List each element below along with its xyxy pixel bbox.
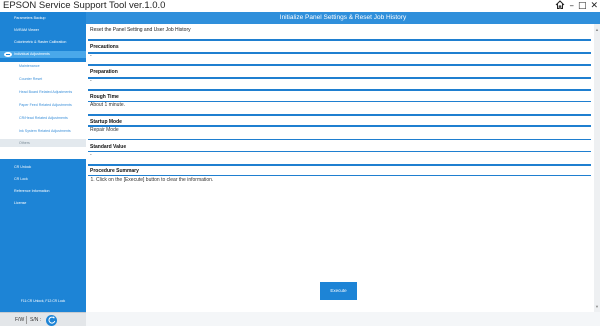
sidebar-subitem-cr-head-adjustments[interactable]: CR/Head Related Adjustments — [0, 116, 86, 121]
sidebar-subitem-paper-feed-adjustments[interactable]: Paper Feed Related Adjustments — [0, 103, 86, 108]
section-title-precautions: Precautions — [90, 44, 119, 50]
section-title-rough-time: Rough Time — [90, 94, 119, 100]
home-icon[interactable] — [555, 0, 565, 13]
section-divider — [88, 138, 591, 140]
section-divider — [88, 125, 591, 127]
scrollbar[interactable] — [594, 24, 600, 312]
content-panel: Reset the Panel Setting and User Job His… — [86, 24, 594, 312]
collapse-icon — [4, 51, 12, 57]
section-title-preparation: Preparation — [90, 69, 118, 75]
window-controls: – □ ✕ — [555, 0, 598, 12]
sidebar-subitem-others[interactable]: Others — [0, 139, 86, 147]
sidebar-item-nvram-viewer[interactable]: NVRAM Viewer — [0, 28, 86, 33]
shortcut-hint: F11:CR Unlock, F12:CR Lock — [20, 299, 66, 303]
maximize-icon[interactable]: □ — [578, 0, 587, 12]
sidebar-item-colorimetric-raster-calibration[interactable]: Colorimetric & Raster Calibration — [0, 40, 86, 45]
section-divider — [88, 114, 591, 116]
serial-number-label: S/N : — [30, 317, 42, 323]
section-divider — [88, 150, 591, 152]
page-description: Reset the Panel Setting and User Job His… — [90, 27, 191, 33]
status-bar: F/W : S/N : — [0, 312, 86, 326]
section-divider — [88, 52, 591, 54]
sidebar-item-adjustment-sequential[interactable]: Adjustment Sequential — [0, 153, 86, 158]
page-header: Initialize Panel Settings & Reset Job Hi… — [86, 12, 600, 24]
section-divider — [88, 77, 591, 79]
section-divider — [88, 39, 591, 41]
section-title-standard-value: Standard Value — [90, 143, 127, 150]
execute-button[interactable]: Execute — [320, 282, 357, 300]
sidebar: Parameters Backup NVRAM Viewer Colorimet… — [0, 12, 86, 312]
section-divider — [88, 89, 591, 91]
scroll-up-icon[interactable]: ▲ — [595, 27, 599, 32]
refresh-button[interactable] — [46, 314, 57, 326]
app-title: EPSON Service Support Tool ver.1.0.0 — [3, 0, 166, 11]
sidebar-subitem-maintenance[interactable]: Maintenance — [0, 64, 86, 69]
section-value-procedure-summary: 1. Click on the [Execute] button to clea… — [90, 176, 214, 183]
close-icon[interactable]: ✕ — [590, 0, 598, 12]
sidebar-item-reference-information[interactable]: Reference Information — [0, 189, 86, 194]
sidebar-item-parameters-backup[interactable]: Parameters Backup — [0, 16, 86, 21]
section-value-standard-value: - — [90, 151, 92, 158]
sidebar-item-cr-lock[interactable]: CR Lock — [0, 177, 86, 182]
refresh-icon — [47, 316, 55, 324]
status-divider — [25, 316, 27, 324]
sidebar-item-cr-unlock[interactable]: CR Unlock — [0, 165, 86, 170]
sidebar-subitem-ink-system-adjustments[interactable]: Ink System Related Adjustments — [0, 129, 86, 134]
section-divider — [88, 100, 591, 102]
scroll-down-icon[interactable]: ▼ — [595, 304, 599, 309]
sidebar-item-license[interactable]: License — [0, 201, 86, 206]
sidebar-subitem-counter-reset[interactable]: Counter Reset — [0, 77, 86, 82]
section-value-precautions: - — [90, 53, 92, 59]
title-bar: EPSON Service Support Tool ver.1.0.0 – □… — [0, 0, 600, 12]
sidebar-item-individual-adjustments[interactable]: Individual Adjustments — [0, 51, 86, 58]
section-value-rough-time: About 1 minute. — [90, 102, 126, 108]
section-title-procedure-summary: Procedure Summary — [90, 168, 139, 174]
section-value-preparation: - — [90, 78, 92, 84]
sidebar-subitem-head-board-adjustments[interactable]: Head Board Related Adjustments — [0, 90, 86, 95]
section-divider — [88, 164, 591, 166]
section-divider — [88, 64, 591, 66]
minimize-icon[interactable]: – — [569, 0, 574, 12]
section-value-startup-mode: Repair Mode — [90, 126, 119, 133]
page-title: Initialize Panel Settings & Reset Job Hi… — [279, 14, 407, 21]
section-title-startup-mode: Startup Mode — [90, 118, 122, 125]
